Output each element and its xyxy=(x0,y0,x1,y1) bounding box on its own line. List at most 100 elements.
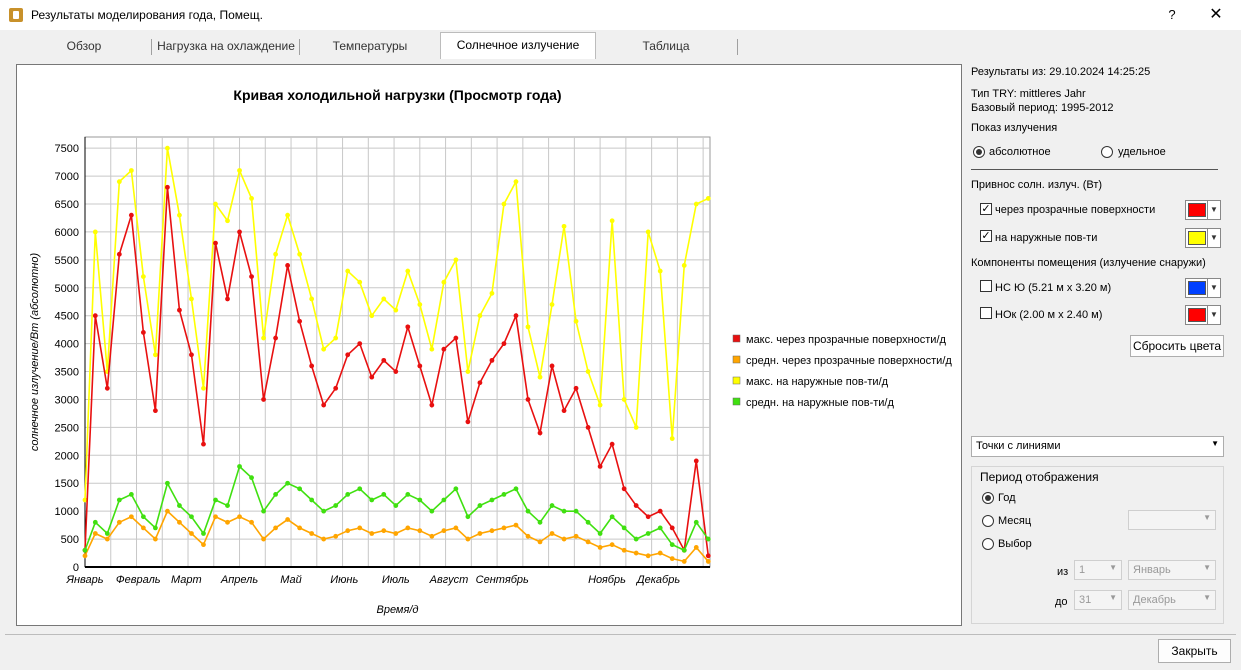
data-point xyxy=(201,531,206,536)
chevron-down-icon: ▼ xyxy=(1211,439,1219,448)
data-point xyxy=(537,519,543,525)
data-point xyxy=(152,536,158,542)
tab-table[interactable]: Таблица xyxy=(594,34,738,58)
checkbox-exterior-label[interactable]: на наружные пов-ти xyxy=(995,232,1097,244)
radio-specific[interactable] xyxy=(1101,146,1113,158)
chevron-down-icon: ▼ xyxy=(1109,563,1117,572)
data-point xyxy=(609,218,615,224)
data-point xyxy=(693,458,699,464)
data-point xyxy=(633,424,639,430)
to-day-value: 31 xyxy=(1079,594,1092,606)
color-picker-component-1[interactable]: ▼ xyxy=(1185,278,1221,298)
data-point xyxy=(345,528,351,534)
data-point xyxy=(501,492,507,497)
data-point xyxy=(525,397,531,402)
month-select[interactable]: ▼ xyxy=(1128,510,1216,530)
from-day-select[interactable]: 1 ▼ xyxy=(1074,560,1122,580)
data-point xyxy=(201,542,206,548)
radio-period-year-label[interactable]: Год xyxy=(998,492,1016,504)
radio-period-year[interactable] xyxy=(982,492,994,504)
data-point xyxy=(393,531,399,536)
tab-overview[interactable]: Обзор xyxy=(16,34,152,58)
y-tick-label: 1000 xyxy=(55,506,79,518)
data-point xyxy=(225,296,230,302)
data-point xyxy=(525,324,531,330)
data-point xyxy=(561,536,567,542)
data-point xyxy=(549,503,555,508)
data-point xyxy=(201,385,206,391)
color-picker-transparent[interactable]: ▼ xyxy=(1185,200,1221,220)
checkbox-transparent-label[interactable]: через прозрачные поверхности xyxy=(995,204,1155,216)
x-tick-label: Март xyxy=(171,574,202,586)
chart-style-select[interactable]: Точки с линиями ▼ xyxy=(971,436,1224,457)
radio-period-month-label[interactable]: Месяц xyxy=(998,515,1031,527)
data-point xyxy=(249,519,254,525)
tab-cooling-load[interactable]: Нагрузка на охлаждение xyxy=(152,34,300,58)
window-close-button[interactable]: ✕ xyxy=(1204,4,1228,26)
chevron-down-icon: ▼ xyxy=(1207,229,1220,247)
data-point xyxy=(405,492,411,497)
data-point xyxy=(393,369,399,374)
data-point xyxy=(261,536,266,542)
checkbox-component-1-label[interactable]: НС Ю (5.21 м x 3.20 м) xyxy=(995,282,1111,294)
checkbox-component-2-label[interactable]: НОк (2.00 м x 2.40 м) xyxy=(995,309,1102,321)
data-point xyxy=(633,503,639,508)
data-point xyxy=(501,525,507,531)
window-title: Результаты моделирования года, Помещ. xyxy=(31,8,263,22)
data-point xyxy=(165,480,170,486)
data-point xyxy=(116,179,122,185)
display-period-title: Период отображения xyxy=(980,470,1099,484)
data-point xyxy=(140,514,146,520)
checkbox-transparent[interactable]: ✓ xyxy=(980,203,992,215)
data-point xyxy=(393,307,399,313)
data-point xyxy=(333,503,339,508)
reset-colors-button[interactable]: Сбросить цвета xyxy=(1130,335,1224,357)
data-point xyxy=(116,251,122,257)
data-point xyxy=(128,514,134,520)
data-point xyxy=(309,531,315,536)
radio-specific-label[interactable]: удельное xyxy=(1118,146,1166,158)
close-button[interactable]: Закрыть xyxy=(1158,639,1231,663)
radio-period-select[interactable] xyxy=(982,538,994,550)
data-point xyxy=(549,531,555,536)
data-point xyxy=(213,240,218,246)
radio-period-month[interactable] xyxy=(982,515,994,527)
data-point xyxy=(693,519,699,525)
data-point xyxy=(369,497,375,503)
data-point xyxy=(357,525,363,531)
data-point xyxy=(669,542,675,548)
radio-absolute[interactable] xyxy=(973,146,985,158)
checkbox-component-2[interactable] xyxy=(980,307,992,319)
data-point xyxy=(140,274,146,280)
data-point xyxy=(140,525,146,531)
x-tick-label: Ноябрь xyxy=(588,574,626,586)
color-picker-component-2[interactable]: ▼ xyxy=(1185,305,1221,325)
to-month-select[interactable]: Декабрь ▼ xyxy=(1128,590,1216,610)
color-swatch xyxy=(1188,308,1206,322)
data-point xyxy=(225,218,230,224)
data-point xyxy=(177,503,182,508)
from-month-select[interactable]: Январь ▼ xyxy=(1128,560,1216,580)
chevron-down-icon: ▼ xyxy=(1203,563,1211,572)
data-point xyxy=(705,553,711,559)
footer-divider xyxy=(5,634,1236,635)
help-button[interactable]: ? xyxy=(1160,4,1184,26)
to-day-select[interactable]: 31 ▼ xyxy=(1074,590,1122,610)
data-point xyxy=(285,263,291,268)
checkbox-component-1[interactable] xyxy=(980,280,992,292)
radio-absolute-label[interactable]: абсолютное xyxy=(989,146,1051,158)
legend-marker xyxy=(732,376,741,385)
app-icon xyxy=(9,8,23,22)
chevron-down-icon: ▼ xyxy=(1203,593,1211,602)
tab-solar-radiation[interactable]: Солнечное излучение xyxy=(440,32,596,59)
data-point xyxy=(104,536,110,542)
y-tick-label: 7000 xyxy=(55,171,79,183)
data-point xyxy=(92,229,98,235)
checkbox-exterior[interactable]: ✓ xyxy=(980,230,992,242)
data-point xyxy=(621,486,627,492)
tab-temperatures[interactable]: Температуры xyxy=(300,34,440,58)
data-point xyxy=(297,251,303,257)
data-point xyxy=(225,503,230,508)
radio-period-select-label[interactable]: Выбор xyxy=(998,538,1032,550)
color-picker-exterior[interactable]: ▼ xyxy=(1185,228,1221,248)
